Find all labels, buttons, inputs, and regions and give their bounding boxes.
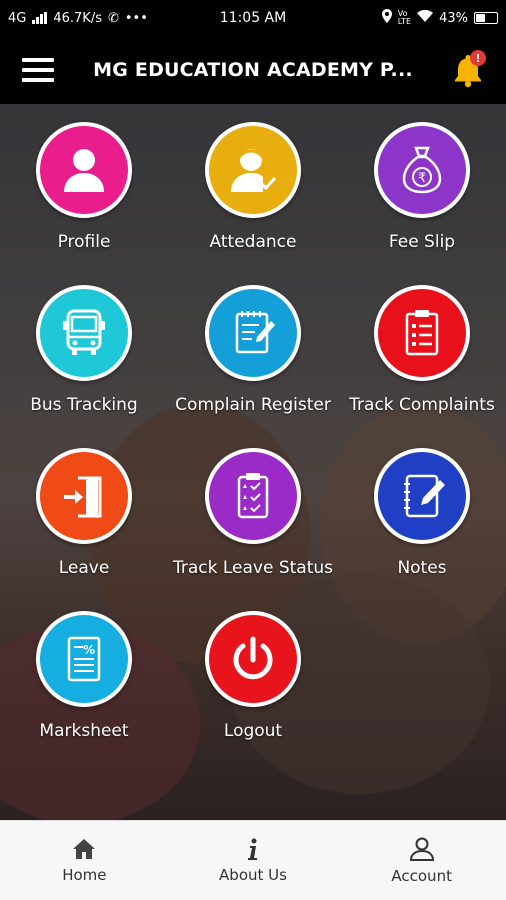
nav-about-label: About Us [219,865,287,884]
nav-account-label: Account [391,866,452,885]
network-speed: 46.7K/s [53,10,102,26]
nav-about[interactable]: About Us [169,821,338,900]
user-icon [409,837,434,861]
menu-tile-track-complaints[interactable]: Track Complaints [338,285,506,415]
marksheet-icon: % [36,611,132,707]
menu-tile-bus-tracking[interactable]: Bus Tracking [0,285,168,415]
tile-label: Attedance [209,232,297,252]
menu-tile-attendance[interactable]: Attedance [169,122,337,252]
tile-label: Marksheet [39,721,129,741]
tile-label: Complain Register [175,395,331,415]
info-icon [248,838,257,860]
notifications-button[interactable]: ! [430,36,506,104]
tile-label: Fee Slip [388,232,456,252]
notification-badge: ! [470,50,486,66]
tile-label: Bus Tracking [30,395,138,415]
app-header: MG EDUCATION ACADEMY P... ! [0,36,506,104]
wifi-icon [417,9,434,26]
attendance-icon [205,122,301,218]
register-edit-icon [205,285,301,381]
hamburger-icon [22,58,54,62]
menu-tile-complain-register[interactable]: Complain Register [169,285,337,415]
app-title: MG EDUCATION ACADEMY P... [93,59,413,81]
power-icon [205,611,301,707]
bus-icon [36,285,132,381]
status-bar: 4G 46.7K/s ✆ ••• 11:05 AM Vo LTE 43% [0,0,506,36]
svg-text:%: % [83,643,95,657]
home-icon [73,838,96,859]
tile-label: Logout [223,721,283,741]
tile-label: Profile [57,232,111,252]
signal-icon [32,12,48,24]
menu-tile-fee-slip[interactable]: ₹ Fee Slip [338,122,506,252]
main-menu: Profile Attedance ₹ Fee Slip Bus Trackin… [0,104,506,820]
nav-account[interactable]: Account [337,821,506,900]
profile-icon [36,122,132,218]
notebook-pencil-icon [374,448,470,544]
menu-tile-notes[interactable]: Notes [338,448,506,578]
tile-label: Track Leave Status [172,558,334,578]
phone-icon: ✆ [107,10,119,26]
exit-door-icon [36,448,132,544]
tile-label: Track Complaints [349,395,495,415]
tile-label: Notes [397,558,447,578]
nav-home-label: Home [62,865,107,884]
bottom-navigation: Home About Us Account [0,820,506,900]
checklist-icon [205,448,301,544]
more-indicator: ••• [124,10,148,26]
nav-home[interactable]: Home [0,821,169,900]
battery-icon [474,12,498,24]
clock: 11:05 AM [219,10,287,26]
tile-label: Leave [58,558,110,578]
volte-icon: Vo LTE [397,9,412,26]
battery-level: 43% [439,10,468,26]
menu-tile-track-leave-status[interactable]: Track Leave Status [169,448,337,578]
menu-tile-marksheet[interactable]: % Marksheet [0,611,168,741]
menu-tile-profile[interactable]: Profile [0,122,168,252]
status-right: Vo LTE 43% [308,9,498,27]
status-left: 4G 46.7K/s ✆ ••• [8,11,198,26]
menu-tile-logout[interactable]: Logout [169,611,337,741]
svg-text:₹: ₹ [418,171,426,186]
network-type: 4G [8,10,27,26]
location-icon [381,9,392,27]
money-bag-icon: ₹ [374,122,470,218]
hamburger-menu-button[interactable] [0,36,76,104]
clipboard-list-icon [374,285,470,381]
menu-tile-leave[interactable]: Leave [0,448,168,578]
